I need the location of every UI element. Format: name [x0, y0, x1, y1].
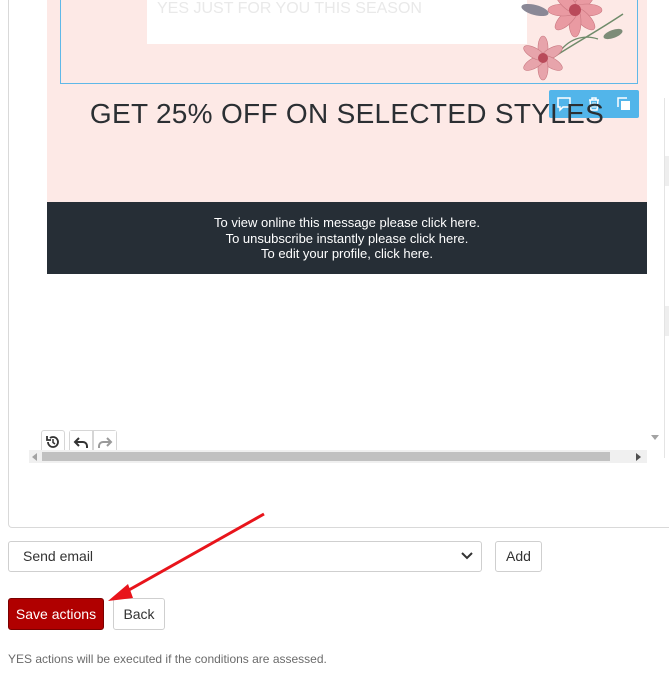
- vertical-scrollbar[interactable]: [647, 0, 664, 450]
- promo-headline[interactable]: GET 25% OFF ON SELECTED STYLES: [47, 98, 647, 130]
- redo-icon[interactable]: [93, 430, 117, 450]
- flowers-image: [521, 0, 624, 81]
- history-controls: [41, 430, 117, 450]
- annotation-arrow: [108, 512, 265, 601]
- editor-panel: YES JUST FOR YOU THIS SEASON GET 25% OFF…: [8, 0, 669, 528]
- history-icon[interactable]: [41, 430, 65, 450]
- image-faint-text: YES JUST FOR YOU THIS SEASON: [157, 0, 422, 17]
- add-button[interactable]: Add: [495, 541, 542, 572]
- scroll-right-icon[interactable]: [636, 453, 642, 461]
- side-panel-edge: [664, 98, 669, 458]
- actions-note: YES actions will be executed if the cond…: [8, 652, 327, 666]
- selected-image-block[interactable]: YES JUST FOR YOU THIS SEASON: [60, 0, 638, 84]
- email-canvas[interactable]: YES JUST FOR YOU THIS SEASON GET 25% OFF…: [29, 0, 647, 450]
- horizontal-scroll-thumb[interactable]: [42, 452, 610, 461]
- save-actions-button[interactable]: Save actions: [8, 598, 104, 630]
- footer-view-online-link[interactable]: To view online this message please click…: [47, 215, 647, 231]
- undo-icon[interactable]: [69, 430, 93, 450]
- footer-edit-profile-link[interactable]: To edit your profile, click here.: [47, 246, 647, 262]
- scroll-left-icon[interactable]: [32, 453, 38, 461]
- email-footer[interactable]: To view online this message please click…: [47, 202, 647, 274]
- chevron-down-icon: [461, 552, 473, 560]
- horizontal-scrollbar[interactable]: [29, 450, 647, 463]
- action-select-value: Send email: [23, 548, 94, 564]
- footer-unsubscribe-link[interactable]: To unsubscribe instantly please click he…: [47, 231, 647, 247]
- scroll-down-icon[interactable]: [651, 435, 659, 441]
- image-placeholder: YES JUST FOR YOU THIS SEASON: [147, 0, 527, 44]
